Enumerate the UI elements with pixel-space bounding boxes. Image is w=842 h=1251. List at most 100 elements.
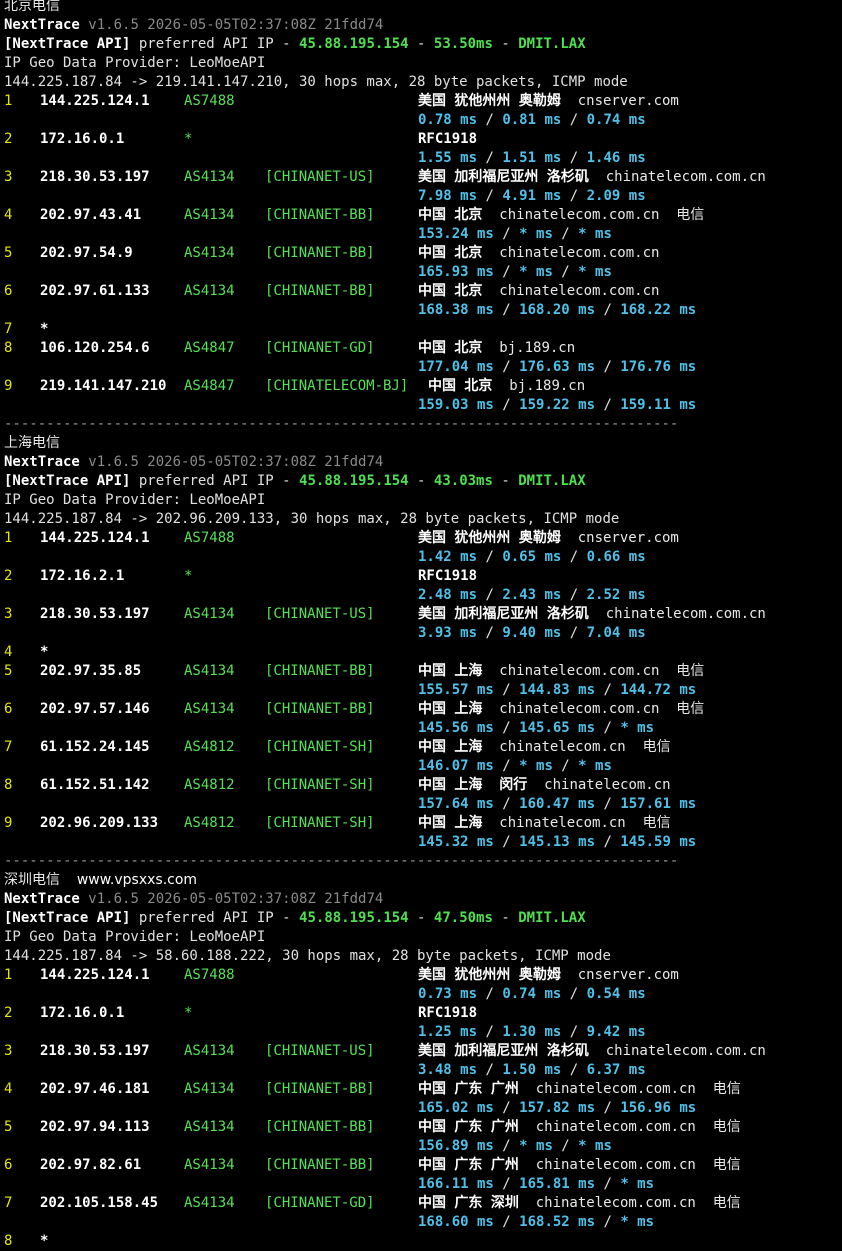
separator: ----------------------------------------… — [4, 416, 679, 432]
route-summary: 144.225.187.84 -> 58.60.188.222, 30 hops… — [4, 948, 611, 964]
hop-asn: AS4134 — [184, 1119, 235, 1135]
rtt-value: * ms — [620, 1176, 655, 1192]
route-line: 144.225.187.84 -> 58.60.188.222, 30 hops… — [4, 947, 840, 966]
hop-geo-location: 美国 犹他州州 奥勒姆 — [418, 967, 561, 983]
hop-rtt: 2.48 ms / 2.43 ms / 2.52 ms — [418, 587, 646, 603]
hop-asn: AS4812 — [184, 739, 235, 755]
rtt-value: 2.52 ms — [586, 587, 646, 603]
app-name: NextTrace — [4, 454, 80, 470]
hop-rtt: 1.55 ms / 1.51 ms / 1.46 ms — [418, 150, 646, 166]
hop-network: [CHINANET-GD] — [265, 340, 375, 356]
api-ip: 45.88.195.154 — [299, 36, 409, 52]
hop-network: [CHINATELECOM-BJ] — [265, 378, 409, 394]
hop-host: chinatelecom.cn — [544, 777, 671, 793]
hop-rtt: 168.60 ms / 168.52 ms / * ms — [418, 1214, 655, 1230]
hop-number: 6 — [4, 701, 13, 717]
hop-rtt-row: 0.73 ms / 0.74 ms / 0.54 ms — [4, 985, 840, 1004]
route-line: 144.225.187.84 -> 219.141.147.210, 30 ho… — [4, 73, 840, 92]
api-ip: 45.88.195.154 — [299, 473, 409, 489]
version-line: NextTrace v1.6.5 2026-05-05T02:37:08Z 21… — [4, 890, 840, 909]
hop-rtt: 145.56 ms / 145.65 ms / * ms — [418, 720, 655, 736]
hop-asn: AS4134 — [184, 283, 235, 299]
rtt-value: 9.40 ms — [502, 625, 562, 641]
hop-rtt: 0.78 ms / 0.81 ms / 0.74 ms — [418, 112, 646, 128]
hop-number: 3 — [4, 169, 13, 185]
api-text: preferred API IP - — [138, 473, 300, 489]
hop-ip: 172.16.0.1 — [40, 1005, 125, 1021]
hop-rtt-row: 177.04 ms / 176.63 ms / 176.76 ms — [4, 358, 840, 377]
rtt-value: 159.22 ms — [519, 397, 596, 413]
hop-geo-location: 中国 广东 广州 — [418, 1157, 519, 1173]
rtt-value: 9.42 ms — [586, 1024, 646, 1040]
hop-geo-location: 中国 广东 广州 — [418, 1119, 519, 1135]
hop-asn: * — [184, 1005, 193, 1021]
rtt-value: 153.24 ms — [418, 226, 494, 242]
hop-rtt-row: 145.32 ms / 145.13 ms / 145.59 ms — [4, 833, 840, 852]
rtt-value: 155.57 ms — [418, 682, 494, 698]
hop-rtt-row: 1.55 ms / 1.51 ms / 1.46 ms — [4, 149, 840, 168]
hop-row: 3 218.30.53.197 AS4134 [CHINANET-US] 美国 加利福尼… — [4, 1042, 840, 1061]
hop-host: cnserver.com — [577, 93, 679, 109]
hop-asn: * — [184, 568, 193, 584]
rtt-value: 146.07 ms — [418, 758, 494, 774]
rtt-value: 168.22 ms — [620, 302, 697, 318]
hop-row: 2 172.16.0.1 * RFC1918 — [4, 130, 840, 149]
rtt-value: * ms — [519, 758, 553, 774]
hop-number: 7 — [4, 739, 13, 755]
rtt-value: 7.04 ms — [586, 625, 646, 641]
hop-rtt-row: 1.42 ms / 0.65 ms / 0.66 ms — [4, 548, 840, 567]
hop-asn: AS7488 — [184, 967, 235, 983]
hop-ip: * — [40, 644, 49, 660]
hop-asn: AS7488 — [184, 93, 235, 109]
rtt-value: 1.51 ms — [502, 150, 562, 166]
hop-geo-location: 中国 上海 — [418, 739, 483, 755]
hop-network: [CHINANET-US] — [265, 169, 375, 185]
rtt-value: 1.42 ms — [418, 549, 478, 565]
hop-row: 4 202.97.43.41 AS4134 [CHINANET-BB] 中国 北京 ch… — [4, 206, 840, 225]
rtt-value: * ms — [519, 226, 553, 242]
hop-row: 7 * — [4, 320, 840, 339]
hop-rtt: 165.02 ms / 157.82 ms / 156.96 ms — [418, 1100, 697, 1116]
hop-rtt-row: 153.24 ms / * ms / * ms — [4, 225, 840, 244]
hop-number: 5 — [4, 1119, 13, 1135]
hop-asn: AS4134 — [184, 1043, 235, 1059]
rtt-value: 157.82 ms — [519, 1100, 596, 1116]
hop-asn: AS4134 — [184, 663, 235, 679]
hop-geo-location: RFC1918 — [418, 131, 478, 147]
hop-number: 5 — [4, 663, 13, 679]
hop-asn: AS4134 — [184, 169, 235, 185]
hop-row: 3 218.30.53.197 AS4134 [CHINANET-US] 美国 加利福尼… — [4, 605, 840, 624]
rtt-value: 4.91 ms — [502, 188, 562, 204]
rtt-value: 145.65 ms — [519, 720, 596, 736]
geo-provider: IP Geo Data Provider: LeoMoeAPI — [4, 492, 266, 508]
hop-rtt-row: 165.93 ms / * ms / * ms — [4, 263, 840, 282]
hop-row: 5 202.97.54.9 AS4134 [CHINANET-BB] 中国 北京 chi… — [4, 244, 840, 263]
hop-row: 9 202.96.209.133 AS4812 [CHINANET-SH] 中国 上海 … — [4, 814, 840, 833]
hop-geo-location: 美国 加利福尼亚州 洛杉矶 — [418, 169, 589, 185]
hop-rtt-row: 156.89 ms / * ms / * ms — [4, 1137, 840, 1156]
geo-provider: IP Geo Data Provider: LeoMoeAPI — [4, 929, 266, 945]
hop-geo: RFC1918 — [418, 1004, 477, 1023]
hop-network: [CHINANET-BB] — [265, 663, 375, 679]
hop-network: [CHINANET-SH] — [265, 777, 375, 793]
hop-asn: AS4134 — [184, 606, 235, 622]
hop-rtt: 168.38 ms / 168.20 ms / 168.22 ms — [418, 302, 697, 318]
hop-rtt-row: 7.98 ms / 4.91 ms / 2.09 ms — [4, 187, 840, 206]
hop-geo-location: 美国 犹他州州 奥勒姆 — [418, 530, 561, 546]
hop-geo-location: 中国 上海 闵行 — [418, 777, 528, 793]
rtt-value: 156.96 ms — [620, 1100, 697, 1116]
rtt-value: 6.37 ms — [586, 1062, 646, 1078]
rtt-value: * ms — [578, 758, 612, 774]
hop-rtt-row: 1.25 ms / 1.30 ms / 9.42 ms — [4, 1023, 840, 1042]
separator-line: ----------------------------------------… — [4, 852, 840, 871]
terminal-window[interactable]: 北京电信 NextTrace v1.6.5 2026-05-05T02:37:08… — [0, 0, 842, 1249]
hop-ip: 202.97.43.41 — [40, 207, 142, 223]
rtt-value: 145.59 ms — [620, 834, 697, 850]
hop-geo-location: 美国 加利福尼亚州 洛杉矶 — [418, 1043, 589, 1059]
hop-network: [CHINANET-BB] — [265, 1119, 375, 1135]
hop-rtt: 3.93 ms / 9.40 ms / 7.04 ms — [418, 625, 646, 641]
rtt-value: * ms — [519, 1138, 553, 1154]
hop-row: 1 144.225.124.1 AS7488 美国 犹他州州 奥勒姆 cnserver… — [4, 966, 840, 985]
hop-geo-location: RFC1918 — [418, 568, 478, 584]
route-summary: 144.225.187.84 -> 219.141.147.210, 30 ho… — [4, 74, 628, 90]
